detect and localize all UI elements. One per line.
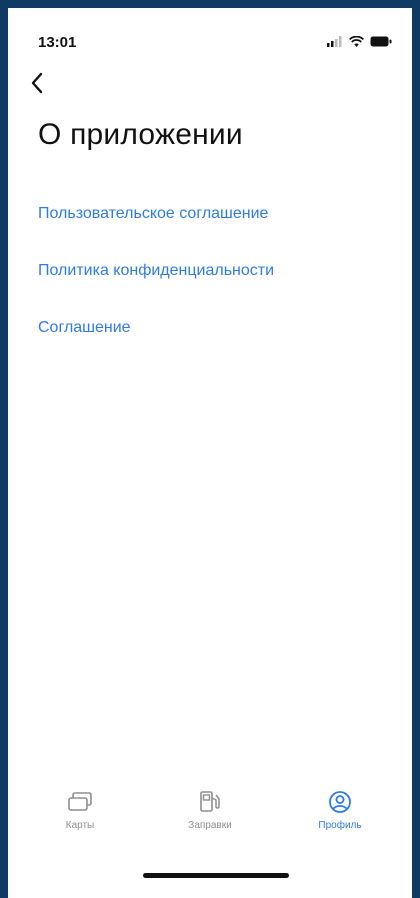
- tab-fuel-stations[interactable]: Заправки: [150, 788, 270, 831]
- profile-icon: [328, 788, 352, 816]
- status-bar: 13:01: [8, 8, 412, 64]
- back-button[interactable]: [22, 68, 52, 102]
- tab-label-cards: Карты: [65, 820, 95, 831]
- fuel-pump-icon: [197, 788, 223, 816]
- status-time: 13:01: [38, 34, 77, 51]
- tab-label-profile: Профиль: [318, 820, 362, 831]
- cards-icon: [67, 788, 93, 816]
- battery-icon: [370, 34, 392, 52]
- tab-bar: Карты Заправки Профиль: [8, 788, 412, 898]
- tab-cards[interactable]: Карты: [20, 788, 140, 831]
- agreement-link[interactable]: Соглашение: [38, 318, 274, 375]
- wifi-icon: [348, 34, 365, 52]
- link-list: Пользовательское соглашение Политика кон…: [38, 204, 274, 375]
- status-icons: [327, 34, 392, 52]
- signal-icon: [327, 34, 343, 52]
- tab-label-fuel-stations: Заправки: [188, 820, 232, 831]
- user-agreement-link[interactable]: Пользовательское соглашение: [38, 204, 274, 261]
- privacy-policy-link[interactable]: Политика конфиденциальности: [38, 261, 274, 318]
- chevron-left-icon: [30, 72, 44, 99]
- app-screen: 13:01 О приложении Пользовательское согл…: [8, 8, 412, 898]
- tab-profile[interactable]: Профиль: [280, 788, 400, 831]
- home-indicator: [143, 873, 289, 878]
- page-title: О приложении: [38, 118, 243, 151]
